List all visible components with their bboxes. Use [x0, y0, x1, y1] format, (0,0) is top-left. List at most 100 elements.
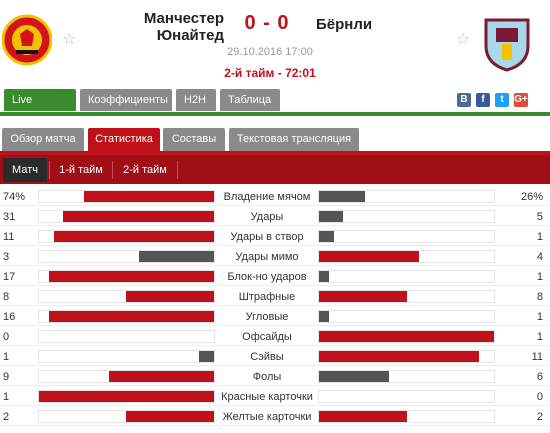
stat-row: 0 Офсайды 1: [0, 326, 550, 346]
burnley-crest-icon[interactable]: [482, 16, 532, 72]
stat-row: 3 Удары мимо 4: [0, 246, 550, 266]
away-stat-bar-fill: [319, 371, 389, 382]
away-stat-bar: [318, 310, 495, 323]
home-stat-bar-fill: [199, 351, 214, 362]
period-tab-first-half[interactable]: 1-й тайм: [52, 158, 110, 182]
away-stat-bar: [318, 330, 495, 343]
period-tab-match[interactable]: Матч: [3, 158, 47, 182]
favorite-star-icon[interactable]: ☆: [62, 32, 76, 48]
home-stat-bar-fill: [109, 371, 214, 382]
home-stat-value: 9: [3, 371, 10, 383]
home-stat-value: 3: [3, 251, 10, 263]
home-team-name[interactable]: Манчестер Юнайтед: [84, 10, 224, 44]
home-stat-bar: [38, 210, 215, 223]
away-stat-value: 26%: [520, 191, 543, 203]
home-stat-bar: [38, 290, 215, 303]
away-stat-bar: [318, 290, 495, 303]
match-date: 29.10.2016 17:00: [227, 46, 313, 58]
home-stat-bar-fill: [126, 411, 214, 422]
away-team-name[interactable]: Бёрнли: [316, 16, 372, 33]
period-divider: [49, 161, 50, 179]
stat-row: 1 Красные карточки 0: [0, 386, 550, 406]
stat-row: 9 Фолы 6: [0, 366, 550, 386]
away-stat-value: 4: [536, 251, 543, 263]
favorite-star-icon[interactable]: ☆: [456, 32, 470, 48]
stat-row: 17 Блок-но ударов 1: [0, 266, 550, 286]
home-stat-value: 0: [3, 331, 10, 343]
period-divider: [112, 161, 113, 179]
stat-row: 11 Удары в створ 1: [0, 226, 550, 246]
home-stat-bar-fill: [49, 311, 214, 322]
away-stat-bar-fill: [319, 351, 479, 362]
stat-label: Офсайды: [242, 331, 292, 343]
home-stat-bar: [38, 410, 215, 423]
home-stat-bar-fill: [49, 271, 214, 282]
stat-label: Блок-но ударов: [227, 271, 307, 283]
away-stat-bar: [318, 390, 495, 403]
twitter-share-icon[interactable]: t: [495, 93, 509, 107]
home-stat-value: 11: [3, 231, 15, 243]
stat-row: 16 Угловые 1: [0, 306, 550, 326]
home-stat-bar: [38, 190, 215, 203]
tab-match-overview[interactable]: Обзор матча: [2, 128, 84, 151]
away-stat-bar-fill: [319, 291, 407, 302]
away-stat-bar-fill: [319, 311, 329, 322]
stat-label: Удары в створ: [230, 231, 304, 243]
match-score: 0 - 0: [244, 12, 290, 34]
away-stat-bar-fill: [319, 271, 329, 282]
away-stat-value: 8: [536, 291, 543, 303]
home-stat-bar-fill: [63, 211, 214, 222]
home-stat-bar-fill: [54, 231, 214, 242]
stat-label: Красные карточки: [221, 391, 313, 403]
away-stat-bar: [318, 190, 495, 203]
tab-h2h[interactable]: H2H: [176, 89, 216, 111]
home-stat-bar-fill: [84, 191, 214, 202]
home-stat-bar: [38, 330, 215, 343]
away-stat-bar: [318, 410, 495, 423]
tab-live-centre[interactable]: Live Centre: [4, 89, 76, 128]
stat-row: 8 Штрафные 8: [0, 286, 550, 306]
away-stat-bar-fill: [319, 191, 365, 202]
tab-odds[interactable]: Коэффициенты: [80, 89, 172, 111]
home-stat-value: 31: [3, 211, 16, 223]
home-stat-value: 1: [3, 391, 10, 403]
period-selector: Матч 1-й тайм 2-й тайм: [0, 155, 550, 184]
away-stat-value: 6: [536, 371, 543, 383]
match-status: 2-й тайм - 72:01: [224, 66, 316, 80]
away-stat-value: 1: [536, 331, 543, 343]
tab-statistics[interactable]: Статистика: [88, 128, 160, 151]
facebook-share-icon[interactable]: f: [476, 93, 490, 107]
away-stat-value: 5: [536, 211, 543, 223]
home-stat-bar-fill: [126, 291, 214, 302]
away-stat-bar: [318, 270, 495, 283]
home-stat-bar: [38, 230, 215, 243]
away-stat-value: 11: [531, 351, 543, 363]
home-stat-bar: [38, 310, 215, 323]
match-header: ☆ Манчестер Юнайтед 0 - 0 Бёрнли 29.10.2…: [0, 0, 550, 90]
stat-label: Удары мимо: [235, 251, 299, 263]
google-plus-share-icon[interactable]: G+: [514, 93, 528, 107]
stat-label: Владение мячом: [223, 191, 311, 203]
stat-label: Штрафные: [238, 291, 296, 303]
stat-label: Удары: [250, 211, 284, 223]
home-stat-bar-fill: [139, 251, 214, 262]
away-stat-bar: [318, 350, 495, 363]
home-stat-bar: [38, 390, 215, 403]
tab-text-commentary[interactable]: Текстовая трансляция: [229, 128, 359, 151]
period-divider: [177, 161, 178, 179]
vk-share-icon[interactable]: B: [457, 93, 471, 107]
home-stat-value: 1: [3, 351, 10, 363]
stat-label: Фолы: [252, 371, 282, 383]
away-stat-bar-fill: [319, 251, 419, 262]
tab-table[interactable]: Таблица: [220, 89, 280, 111]
period-tab-second-half[interactable]: 2-й тайм: [115, 158, 175, 182]
tab-lineups[interactable]: Составы: [163, 128, 225, 151]
home-stat-value: 8: [3, 291, 10, 303]
away-stat-value: 1: [536, 271, 543, 283]
stat-row: 31 Удары 5: [0, 206, 550, 226]
away-stat-bar-fill: [319, 331, 494, 342]
stat-label: Сэйвы: [250, 351, 284, 363]
home-stat-bar: [38, 370, 215, 383]
away-stat-bar: [318, 250, 495, 263]
manchester-united-crest-icon[interactable]: [2, 12, 52, 68]
